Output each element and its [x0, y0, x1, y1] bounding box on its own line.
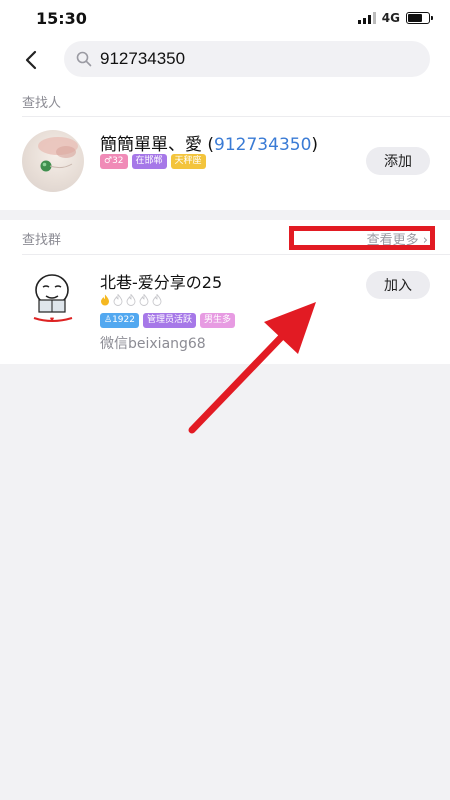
people-section-title: 查找人 [22, 96, 62, 111]
group-avatar[interactable]: ♥ [22, 266, 84, 328]
network-type: 4G [381, 11, 400, 25]
groups-section-title: 查找群 [22, 233, 62, 248]
search-header [0, 36, 450, 84]
search-icon [76, 51, 92, 67]
tag-age: ♂32 [100, 154, 128, 169]
status-bar: 15:30 4G [0, 0, 450, 36]
person-tags: ♂32 在邯郸 天秤座 [100, 154, 206, 169]
status-time: 15:30 [36, 9, 87, 28]
battery-icon [406, 12, 433, 24]
highlight-annotation-box [289, 226, 435, 250]
person-qq-number: 912734350 [214, 135, 312, 155]
divider [22, 116, 450, 117]
divider [22, 254, 450, 255]
meme-face-icon: ♥ [33, 274, 73, 323]
back-icon[interactable] [20, 48, 44, 72]
group-name: 北巷-爱分享の25 [100, 273, 223, 292]
person-name-row: 簡簡單單、愛 (912734350) [100, 135, 319, 155]
level-flame-icon [139, 294, 149, 306]
join-group-button[interactable]: 加入 [366, 271, 430, 299]
level-flame-icon [113, 294, 123, 306]
status-indicators: 4G [357, 11, 433, 25]
tag-location: 在邯郸 [131, 154, 167, 169]
group-level-icons [100, 294, 162, 306]
red-arrow-annotation [188, 302, 316, 434]
avatar-photo [38, 137, 78, 172]
search-input[interactable] [100, 41, 420, 77]
tag-zodiac: 天秤座 [170, 154, 206, 169]
svg-text:♥: ♥ [50, 317, 55, 323]
add-friend-button[interactable]: 添加 [366, 147, 430, 175]
avatar[interactable] [22, 130, 84, 192]
search-box[interactable] [64, 41, 430, 77]
people-section: 查找人 簡簡單單、愛 (912734350) ♂32 在邯郸 天秤座 添加 [0, 84, 450, 210]
level-flame-icon [101, 294, 109, 306]
person-name: 簡簡單單、愛 [100, 135, 202, 155]
level-flame-icon [126, 294, 136, 306]
level-flame-icon [152, 294, 162, 306]
signal-icon [357, 12, 376, 24]
tag-member-count: ♙1922 [100, 313, 139, 328]
